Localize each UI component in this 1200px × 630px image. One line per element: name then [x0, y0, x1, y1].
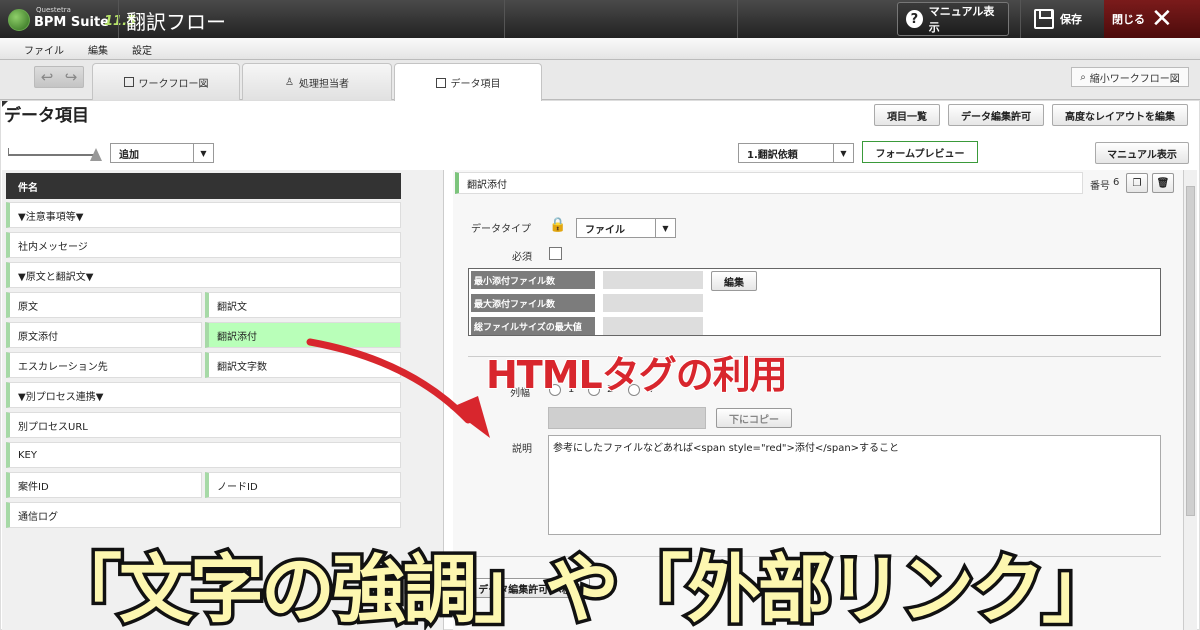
list-item[interactable]: 翻訳文 [205, 292, 401, 318]
step-select-value: 1.翻訳依頼 [747, 149, 798, 161]
list-item[interactable]: 案件ID [6, 472, 202, 498]
item-list-button[interactable]: 項目一覧 [874, 104, 940, 126]
manual-view-button[interactable]: マニュアル表示 [1095, 142, 1189, 164]
scrollbar-thumb[interactable] [1186, 186, 1195, 516]
datatype-select[interactable]: ファイル ▼ [576, 218, 676, 238]
required-label: 必須 [512, 252, 532, 263]
tab-assignee-label: 処理担当者 [298, 78, 349, 90]
file-constraints-table: 最小添付ファイル数 最大添付ファイル数 総ファイルサイズの最大値 編集 [468, 268, 1161, 336]
field-name-input[interactable]: 翻訳添付 [455, 172, 1083, 194]
list-item[interactable]: ▼注意事項等▼ [6, 202, 401, 228]
close-button[interactable]: 閉じる ✕ [1104, 0, 1200, 38]
menu-file[interactable]: ファイル [24, 42, 64, 57]
zoom-slider[interactable] [8, 148, 102, 162]
advanced-layout-button[interactable]: 高度なレイアウトを編集 [1052, 104, 1188, 126]
save-button[interactable]: 保存 [1026, 2, 1102, 36]
datatype-value: ファイル [585, 224, 625, 236]
copy-source-input[interactable] [548, 407, 706, 429]
menu-settings[interactable]: 設定 [132, 42, 152, 57]
tab-data-items[interactable]: データ項目 [394, 63, 542, 101]
person-icon: ♙ [285, 76, 294, 88]
logo-icon [8, 9, 30, 31]
mini-workflow-button[interactable]: ⌕ 縮小ワークフロー図 [1071, 67, 1189, 87]
add-select-value: 追加 [119, 149, 139, 161]
tab-assignee[interactable]: ♙ 処理担当者 [242, 63, 392, 100]
description-textarea[interactable]: 参考にしたファイルなどあれば<span style="red">添付</span… [548, 435, 1161, 535]
step-select[interactable]: 1.翻訳依頼 ▼ [738, 143, 854, 163]
list-item[interactable]: KEY [6, 442, 401, 468]
description-label: 説明 [512, 444, 532, 455]
min-files-value [603, 271, 703, 289]
mini-workflow-label: 縮小ワークフロー図 [1089, 73, 1180, 85]
data-items-icon [435, 77, 446, 88]
copy-down-button[interactable]: 下にコピー [716, 408, 792, 428]
list-item[interactable]: エスカレーション先 [6, 352, 202, 378]
close-icon: ✕ [1151, 4, 1173, 34]
corner-mark [2, 101, 8, 107]
manual-button-label: マニュアル表示 [928, 5, 995, 34]
add-select[interactable]: 追加 ▼ [110, 143, 214, 163]
annotation-arrow [306, 338, 490, 438]
form-preview-button[interactable]: フォームプレビュー [862, 141, 978, 163]
list-item[interactable]: ノードID [205, 472, 401, 498]
scrollbar[interactable] [1183, 170, 1197, 630]
list-item[interactable]: 原文添付 [6, 322, 202, 348]
workflow-icon [123, 77, 134, 87]
max-files-value [603, 294, 703, 312]
save-icon [1034, 9, 1054, 29]
chevron-down-icon: ▼ [833, 144, 853, 162]
title-bar: Questetra BPM Suite 11.5 翻訳フロー ? マニュアル表示… [0, 0, 1200, 38]
edit-permission-button[interactable]: データ編集許可 [948, 104, 1044, 126]
list-item-subject[interactable]: 件名 [6, 173, 401, 199]
tab-data-items-label: データ項目 [450, 79, 501, 90]
help-icon: ? [906, 10, 923, 28]
required-checkbox[interactable] [549, 247, 562, 260]
manual-button[interactable]: ? マニュアル表示 [897, 2, 1009, 36]
max-size-value [603, 317, 703, 335]
list-item[interactable]: ▼原文と翻訳文▼ [6, 262, 401, 288]
title-separator [118, 0, 119, 38]
logo-vendor: Questetra [36, 6, 71, 14]
zoom-icon: ⌕ [1080, 71, 1086, 83]
menu-edit[interactable]: 編集 [88, 42, 108, 57]
max-files-label: 最大添付ファイル数 [471, 294, 595, 312]
overlay-html-tag: HTMLタグの利用 [485, 352, 789, 398]
slider-track [8, 154, 98, 156]
min-files-label: 最小添付ファイル数 [471, 271, 595, 289]
undo-redo: ↩ ↪ [34, 66, 84, 88]
title-separator [737, 0, 738, 38]
edit-button[interactable]: 編集 [711, 271, 757, 291]
overlay-headline: 「文字の強調」や「外部リンク」 [45, 544, 1120, 630]
redo-icon[interactable]: ↪ [65, 68, 78, 86]
copy-icon[interactable]: ❐ [1126, 173, 1148, 193]
app-title: 翻訳フロー [126, 10, 226, 34]
lock-icon: 🔒 [549, 217, 567, 233]
save-button-label: 保存 [1060, 13, 1082, 26]
number-label: 番号 [1090, 181, 1110, 192]
number-value: 6 [1113, 177, 1120, 188]
title-separator [1020, 0, 1021, 38]
chevron-down-icon: ▼ [193, 144, 213, 162]
chevron-down-icon: ▼ [655, 219, 675, 237]
list-item[interactable]: 社内メッセージ [6, 232, 401, 258]
menu-bar: ファイル 編集 設定 [0, 38, 1200, 60]
list-item[interactable]: 原文 [6, 292, 202, 318]
app-logo: Questetra BPM Suite 11.5 [8, 5, 136, 33]
undo-icon[interactable]: ↩ [41, 68, 54, 86]
slider-thumb[interactable] [90, 148, 102, 161]
list-item[interactable]: 通信ログ [6, 502, 401, 528]
trash-icon[interactable]: 🗑 [1152, 173, 1174, 193]
page-title: データ項目 [2, 101, 89, 126]
title-separator [504, 0, 505, 38]
tab-workflow[interactable]: ワークフロー図 [92, 63, 240, 100]
close-button-label: 閉じる [1112, 13, 1145, 26]
datatype-label: データタイプ [471, 224, 531, 235]
tab-workflow-label: ワークフロー図 [138, 78, 209, 90]
tab-bar: ↩ ↪ ワークフロー図 ♙ 処理担当者 データ項目 ⌕ 縮小ワークフロー図 [0, 60, 1200, 101]
page-title-text: データ項目 [4, 106, 89, 126]
logo-name: BPM Suite [34, 15, 110, 30]
